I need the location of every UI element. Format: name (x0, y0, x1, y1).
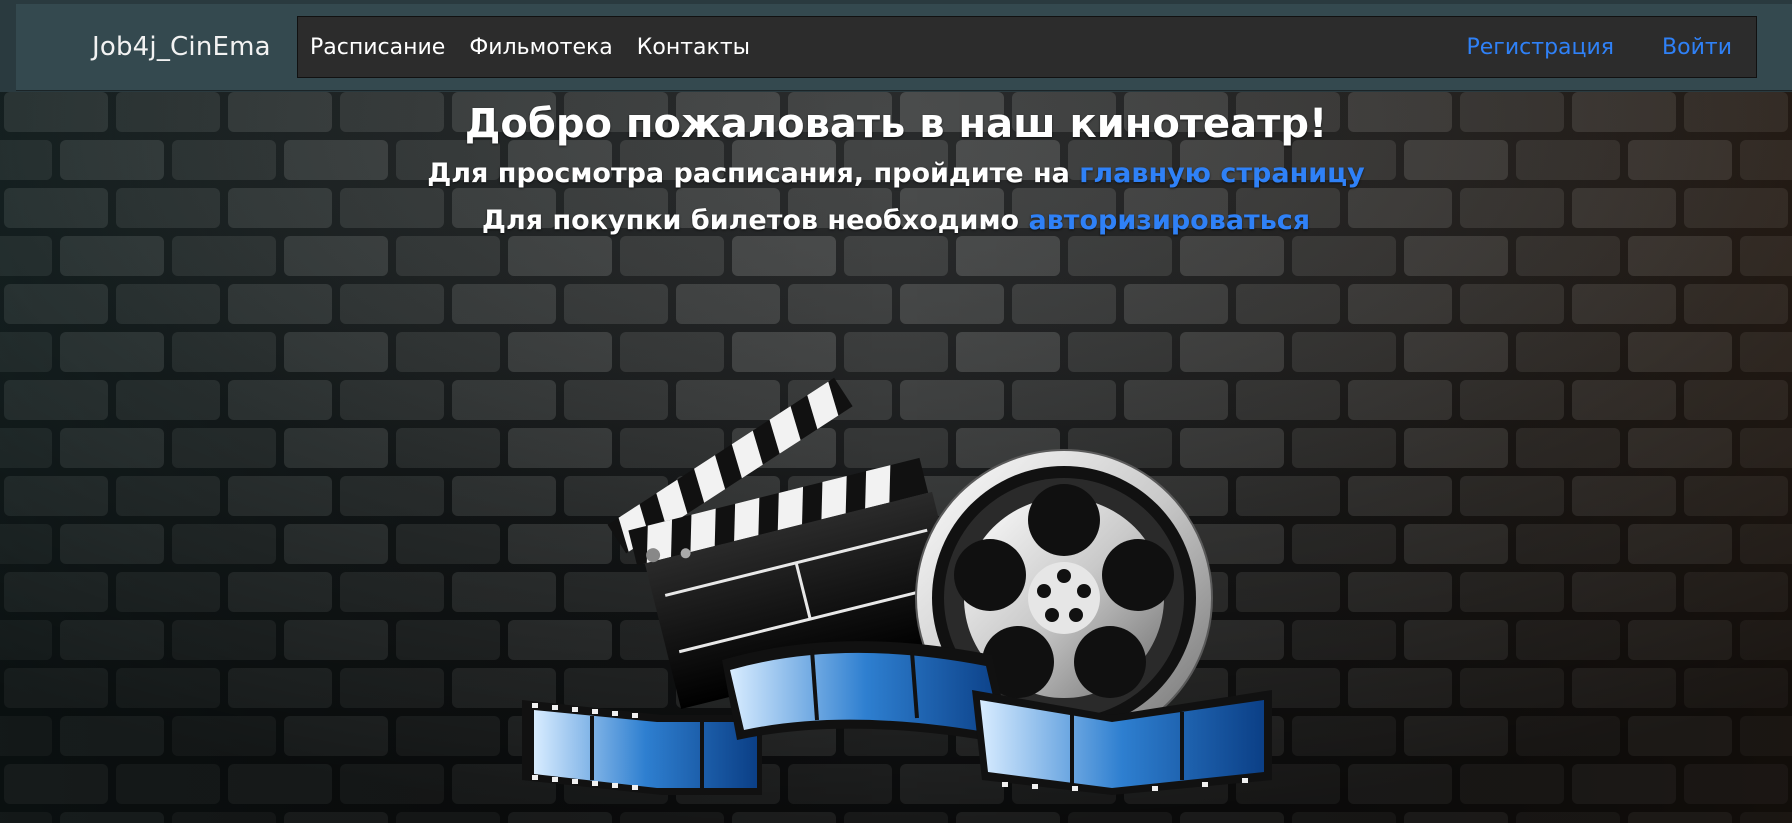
login-hint-text: Для покупки билетов необходимо (481, 205, 1029, 236)
welcome-section: Добро пожаловать в наш кинотеатр! Для пр… (0, 92, 1792, 244)
schedule-hint-text: Для просмотра расписания, пройдите на (427, 158, 1080, 189)
navbar: Job4j_CinEma Расписание Фильмотека Конта… (16, 4, 1792, 90)
nav-left-links: Расписание Фильмотека Контакты (310, 17, 750, 77)
main-page-link[interactable]: главную страницу (1079, 158, 1364, 189)
nav-link-film-library[interactable]: Фильмотека (469, 35, 612, 60)
authorize-link[interactable]: авторизироваться (1029, 205, 1311, 236)
brand-logo-link[interactable]: Job4j_CinEma (92, 4, 271, 90)
nav-link-schedule[interactable]: Расписание (310, 35, 445, 60)
schedule-hint: Для просмотра расписания, пройдите на гл… (0, 150, 1792, 197)
register-link[interactable]: Регистрация (1467, 35, 1615, 60)
nav-link-contacts[interactable]: Контакты (637, 35, 750, 60)
login-link[interactable]: Войти (1662, 35, 1732, 60)
nav-right-links: Регистрация Войти (1467, 17, 1733, 77)
login-hint: Для покупки билетов необходимо авторизир… (0, 197, 1792, 244)
cinema-illustration (522, 377, 1272, 795)
cinema-home-page: Job4j_CinEma Расписание Фильмотека Конта… (0, 0, 1792, 823)
page-title: Добро пожаловать в наш кинотеатр! (464, 101, 1328, 147)
nav-panel: Расписание Фильмотека Контакты Регистрац… (297, 16, 1757, 78)
